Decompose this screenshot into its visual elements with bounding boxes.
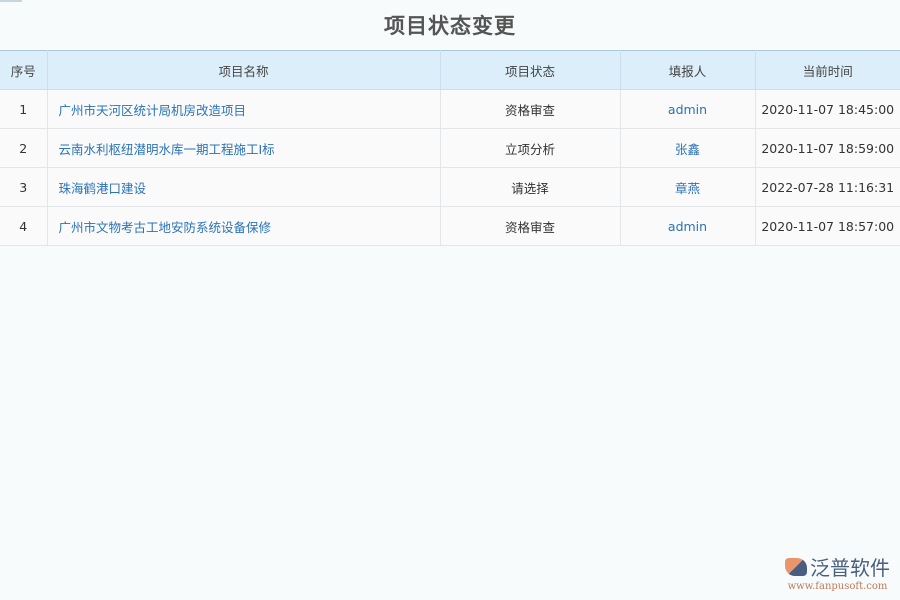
project-name-link[interactable]: 珠海鹤港口建设: [47, 168, 440, 207]
row-no: 1: [0, 90, 47, 129]
logo-url: www.fanpusoft.com: [785, 581, 890, 592]
project-table: 序号 项目名称 项目状态 填报人 当前时间 1广州市天河区统计局机房改造项目资格…: [0, 50, 900, 246]
time-cell: 2022-07-28 11:16:31: [755, 168, 900, 207]
time-cell: 2020-11-07 18:57:00: [755, 207, 900, 246]
corner-tab: [0, 0, 22, 2]
project-name-link[interactable]: 广州市文物考古工地安防系统设备保修: [47, 207, 440, 246]
table-header: 序号 项目名称 项目状态 填报人 当前时间: [0, 51, 900, 90]
user-link[interactable]: 张鑫: [620, 129, 755, 168]
status-cell: 立项分析: [440, 129, 620, 168]
row-no: 2: [0, 129, 47, 168]
user-link[interactable]: 章燕: [620, 168, 755, 207]
project-name-link[interactable]: 云南水利枢纽潜明水库一期工程施工I标: [47, 129, 440, 168]
time-cell: 2020-11-07 18:59:00: [755, 129, 900, 168]
col-status[interactable]: 项目状态: [440, 51, 620, 90]
user-link[interactable]: admin: [620, 207, 755, 246]
status-cell: 资格审查: [440, 207, 620, 246]
status-cell: 资格审查: [440, 90, 620, 129]
page-title: 项目状态变更: [0, 10, 900, 40]
row-no: 4: [0, 207, 47, 246]
col-user[interactable]: 填报人: [620, 51, 755, 90]
col-no[interactable]: 序号: [0, 51, 47, 90]
col-name[interactable]: 项目名称: [47, 51, 440, 90]
table-row[interactable]: 2云南水利枢纽潜明水库一期工程施工I标立项分析张鑫2020-11-07 18:5…: [0, 129, 900, 168]
table-row[interactable]: 4广州市文物考古工地安防系统设备保修资格审查admin2020-11-07 18…: [0, 207, 900, 246]
project-name-link[interactable]: 广州市天河区统计局机房改造项目: [47, 90, 440, 129]
brand-logo: 泛普软件 www.fanpusoft.com: [785, 552, 890, 592]
table-row[interactable]: 3珠海鹤港口建设请选择章燕2022-07-28 11:16:31: [0, 168, 900, 207]
col-time[interactable]: 当前时间: [755, 51, 900, 90]
row-no: 3: [0, 168, 47, 207]
table-row[interactable]: 1广州市天河区统计局机房改造项目资格审查admin2020-11-07 18:4…: [0, 90, 900, 129]
user-link[interactable]: admin: [620, 90, 755, 129]
status-cell: 请选择: [440, 168, 620, 207]
logo-name: 泛普软件: [810, 552, 890, 581]
time-cell: 2020-11-07 18:45:00: [755, 90, 900, 129]
logo-icon: [785, 558, 807, 576]
